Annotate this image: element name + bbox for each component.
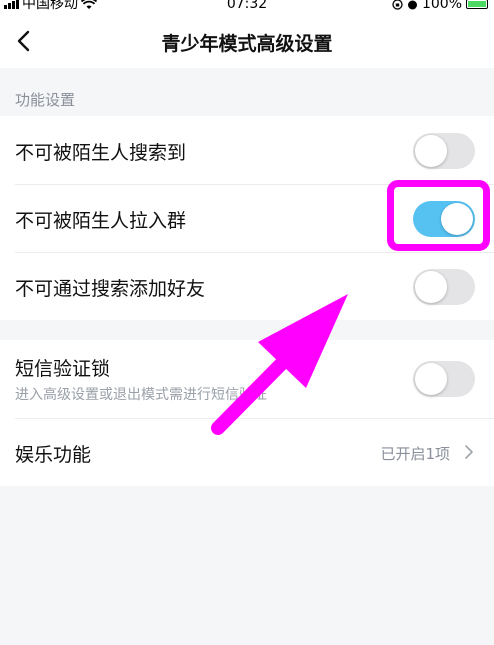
sms-lock-description: 进入高级设置或退出模式需进行短信验证 — [15, 387, 267, 403]
alarm-icon — [407, 0, 417, 9]
navigation-bar: 青少年模式高级设置 — [0, 14, 494, 68]
status-bar: 中国移动 07:32 100% — [0, 0, 494, 14]
section-header-label: 功能设置 — [15, 91, 76, 109]
battery-icon — [466, 0, 488, 9]
entertainment-status: 已开启1项 — [380, 445, 450, 463]
setting-row-no-search-add-friend: 不可通过搜索添加好友 — [0, 252, 494, 320]
setting-label: 不可通过搜索添加好友 — [15, 278, 206, 300]
setting-row-no-stranger-search: 不可被陌生人搜索到 — [0, 116, 494, 184]
entertainment-row[interactable]: 娱乐功能 已开启1项 — [0, 418, 494, 486]
no-stranger-search-toggle[interactable] — [413, 133, 475, 169]
security-group: 短信验证锁 进入高级设置或退出模式需进行短信验证 娱乐功能 已开启1项 — [0, 340, 494, 486]
orientation-lock-icon — [392, 0, 403, 10]
setting-label: 不可被陌生人搜索到 — [15, 142, 187, 164]
highlight-box-annotation — [387, 180, 490, 251]
battery-percent: 100% — [421, 0, 462, 12]
page-title: 青少年模式高级设置 — [161, 33, 333, 55]
setting-label: 不可被陌生人拉入群 — [15, 210, 187, 232]
sms-lock-label: 短信验证锁 — [15, 358, 111, 380]
section-header: 功能设置 — [0, 68, 494, 116]
setting-row-sms-lock: 短信验证锁 进入高级设置或退出模式需进行短信验证 — [0, 340, 494, 418]
sms-lock-toggle[interactable] — [413, 361, 475, 397]
no-search-add-friend-toggle[interactable] — [413, 269, 475, 305]
chevron-right-icon — [465, 445, 473, 459]
entertainment-label: 娱乐功能 — [15, 444, 92, 466]
